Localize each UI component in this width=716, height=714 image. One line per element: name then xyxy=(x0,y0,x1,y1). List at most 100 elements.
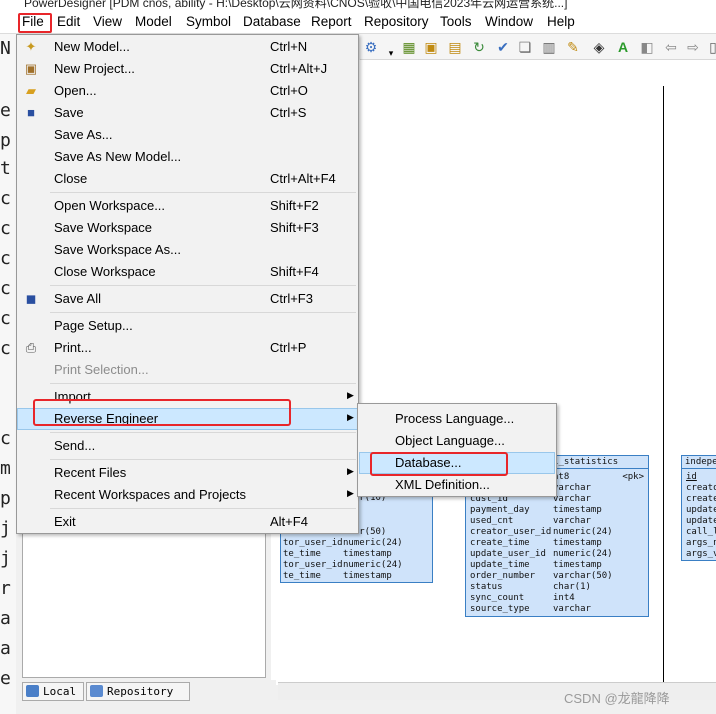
left-char: t xyxy=(0,158,11,179)
save-icon: ■ xyxy=(27,105,35,120)
menu-item-label: Save Workspace As... xyxy=(54,242,181,257)
menu-item-save-as[interactable]: Save As... xyxy=(17,124,358,146)
menu-item-recent-files[interactable]: Recent Files ▶ xyxy=(17,462,358,484)
text-icon[interactable]: A xyxy=(614,38,632,56)
pencil-icon[interactable]: ✎ xyxy=(564,38,582,56)
shape-icon[interactable]: ◧ xyxy=(638,38,656,56)
back-icon[interactable]: ⇦ xyxy=(662,38,680,56)
open-folder-icon: ▰ xyxy=(26,83,36,98)
menu-item-open[interactable]: ▰ Open... Ctrl+O xyxy=(17,80,358,102)
left-char: a xyxy=(0,638,11,659)
menu-item-send[interactable]: Send... xyxy=(17,435,358,457)
left-char: c xyxy=(0,278,11,299)
toolbar: ⚙ ▾ ▦ ▣ ▤ ↻ ✔ ❏ ▥ ✎ ◈ A ◧ ⇦ ⇨ ▯ xyxy=(360,34,716,60)
menu-item-label: Process Language... xyxy=(395,411,515,426)
column-name: source_type xyxy=(470,604,530,614)
column-name: sync_count xyxy=(470,593,525,603)
tab-repository[interactable]: Repository xyxy=(86,682,190,701)
print-icon: ⎙ xyxy=(25,340,37,355)
menu-item-save-workspace-as[interactable]: Save Workspace As... xyxy=(17,239,358,261)
column-type: varchar xyxy=(553,494,591,504)
menu-separator xyxy=(50,312,356,313)
menu-item-page-setup[interactable]: Page Setup... xyxy=(17,315,358,337)
menu-database[interactable]: Database xyxy=(243,14,301,29)
watermark: CSDN @龙龍降降 xyxy=(564,691,670,706)
menu-item-shortcut: Shift+F3 xyxy=(270,220,319,235)
column-type: numeric(24) xyxy=(343,538,403,548)
menu-window[interactable]: Window xyxy=(485,14,533,29)
menu-item-exit[interactable]: Exit Alt+F4 xyxy=(17,511,358,533)
table-symbol-independent[interactable]: indepe id creato create update update ca… xyxy=(681,455,716,561)
menu-symbol[interactable]: Symbol xyxy=(186,14,231,29)
column-type: numeric(24) xyxy=(553,549,613,559)
left-char: e xyxy=(0,668,11,689)
column-name: update xyxy=(686,516,716,526)
menu-item-recent-workspaces[interactable]: Recent Workspaces and Projects ▶ xyxy=(17,484,358,506)
menu-item-label: Recent Files xyxy=(54,465,127,480)
menu-item-save-as-new-model[interactable]: Save As New Model... xyxy=(17,146,358,168)
menu-view[interactable]: View xyxy=(93,14,122,29)
menu-model[interactable]: Model xyxy=(135,14,172,29)
column-name: call_l xyxy=(686,527,716,537)
menu-report[interactable]: Report xyxy=(311,14,352,29)
menu-item-close-workspace[interactable]: Close Workspace Shift+F4 xyxy=(17,261,358,283)
menu-item-label: Close Workspace xyxy=(54,264,156,279)
menu-item-shortcut: Ctrl+P xyxy=(270,340,307,355)
refresh-icon[interactable]: ↻ xyxy=(470,38,488,56)
submenu-item-xml-definition[interactable]: XML Definition... xyxy=(358,474,556,496)
menu-item-print[interactable]: ⎙ Print... Ctrl+P xyxy=(17,337,358,359)
menu-item-print-selection: Print Selection... xyxy=(17,359,358,381)
menu-item-new-model[interactable]: ✦ New Model... Ctrl+N xyxy=(17,36,358,58)
table-icon[interactable]: ▦ xyxy=(400,38,418,56)
menu-separator xyxy=(50,192,356,193)
gear-icon[interactable]: ⚙ xyxy=(362,38,380,56)
submenu-item-object-language[interactable]: Object Language... xyxy=(358,430,556,452)
square-icon[interactable]: ❏ xyxy=(516,38,534,56)
menu-item-open-workspace[interactable]: Open Workspace... Shift+F2 xyxy=(17,195,358,217)
check-icon[interactable]: ✔ xyxy=(494,38,512,56)
menu-item-save-all[interactable]: ◼ Save All Ctrl+F3 xyxy=(17,288,358,310)
column-type: char(1) xyxy=(553,582,591,592)
menu-repository[interactable]: Repository xyxy=(364,14,429,29)
left-char: c xyxy=(0,308,11,329)
menu-item-shortcut: Shift+F2 xyxy=(270,198,319,213)
column-name: create xyxy=(686,494,716,504)
left-char: c xyxy=(0,338,11,359)
reverse-engineer-highlight-box xyxy=(33,399,291,426)
submenu-item-process-language[interactable]: Process Language... xyxy=(358,408,556,430)
menu-item-shortcut: Alt+F4 xyxy=(270,514,308,529)
menu-item-label: Print Selection... xyxy=(54,362,149,377)
tab-local[interactable]: Local xyxy=(22,682,84,701)
column-name: args_v xyxy=(686,549,716,559)
menu-separator xyxy=(50,383,356,384)
menu-item-label: Exit xyxy=(54,514,76,529)
menu-item-label: New Model... xyxy=(54,39,130,54)
menu-item-save-workspace[interactable]: Save Workspace Shift+F3 xyxy=(17,217,358,239)
menu-item-close[interactable]: Close Ctrl+Alt+F4 xyxy=(17,168,358,190)
left-char: j xyxy=(0,518,11,539)
column-type: varchar xyxy=(553,604,591,614)
menu-item-label: Object Language... xyxy=(395,433,505,448)
fill-icon[interactable]: ◈ xyxy=(590,38,608,56)
save-all-icon: ◼ xyxy=(25,291,37,306)
menu-help[interactable]: Help xyxy=(547,14,575,29)
column-type: numeric(24) xyxy=(553,527,613,537)
menu-edit[interactable]: Edit xyxy=(57,14,80,29)
menu-item-label: New Project... xyxy=(54,61,135,76)
submenu-arrow-icon: ▶ xyxy=(347,466,354,476)
column-name: create_time xyxy=(470,538,530,548)
view-icon[interactable]: ▤ xyxy=(446,38,464,56)
menu-item-new-project[interactable]: ▣ New Project... Ctrl+Alt+J xyxy=(17,58,358,80)
column-name: id xyxy=(686,472,697,482)
forward-icon[interactable]: ⇨ xyxy=(684,38,702,56)
package-icon[interactable]: ▣ xyxy=(422,38,440,56)
menu-tools[interactable]: Tools xyxy=(440,14,472,29)
browser-tabs: Local Repository xyxy=(16,680,276,702)
left-char: c xyxy=(0,188,11,209)
menu-item-save[interactable]: ■ Save Ctrl+S xyxy=(17,102,358,124)
column-type: timestamp xyxy=(343,571,392,581)
menu-item-label: Save All xyxy=(54,291,101,306)
more-icon[interactable]: ▯ xyxy=(704,38,716,56)
grid-icon[interactable]: ▥ xyxy=(540,38,558,56)
submenu-arrow-icon: ▶ xyxy=(347,390,354,400)
